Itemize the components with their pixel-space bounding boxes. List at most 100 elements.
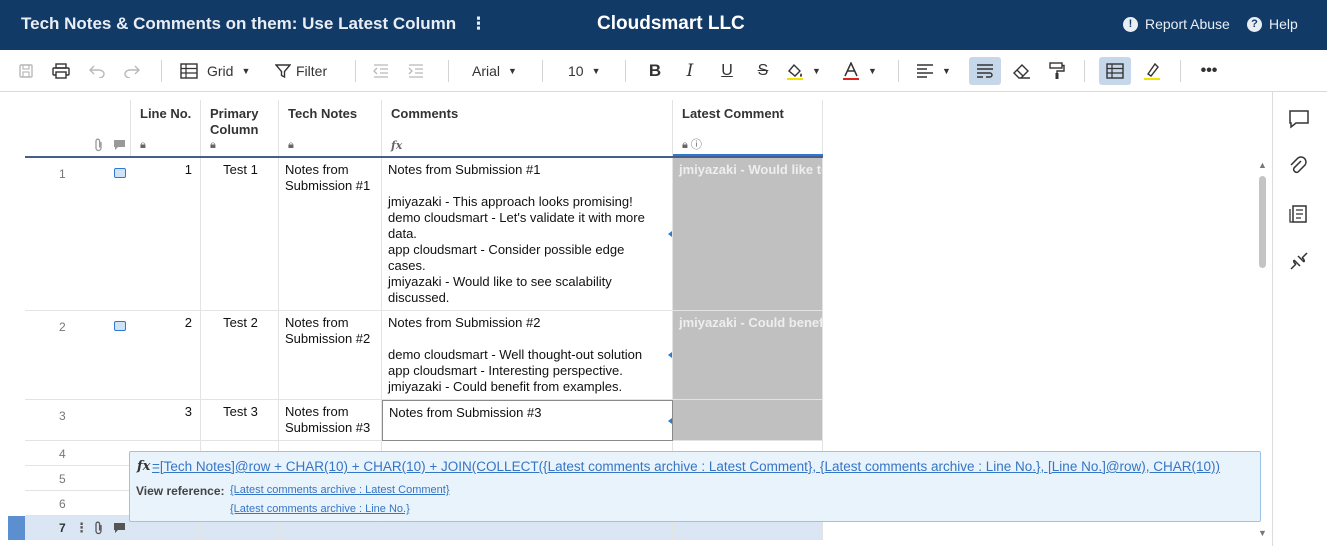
column-label: Line No.: [140, 106, 192, 121]
scroll-up-icon[interactable]: ▲: [1258, 160, 1267, 170]
comment-icon[interactable]: [114, 168, 126, 178]
cell-tech-notes[interactable]: Notes from Submission #2: [279, 311, 382, 400]
cell-tech-notes[interactable]: Notes from Submission #3: [279, 400, 382, 441]
cell-primary[interactable]: Test 1: [201, 158, 279, 311]
report-abuse-link[interactable]: ! Report Abuse: [1123, 16, 1230, 32]
format-painter-button[interactable]: [1045, 57, 1069, 85]
column-header-latest-comment[interactable]: Latest Comment 🔒︎ ⓘ: [673, 100, 823, 157]
font-size-value: 10: [568, 63, 584, 79]
connections-icon[interactable]: [1288, 250, 1310, 272]
print-button[interactable]: [48, 57, 74, 85]
company-name: Cloudsmart LLC: [597, 13, 745, 34]
row-header-3[interactable]: 3: [25, 400, 131, 441]
undo-icon: [89, 65, 105, 78]
row-header-5[interactable]: 5: [25, 466, 131, 491]
cell-comments-selected[interactable]: Notes from Submission #3: [382, 400, 673, 441]
scrollbar-thumb[interactable]: [1259, 176, 1266, 268]
grid-lines-button[interactable]: [1099, 57, 1131, 85]
scroll-down-icon[interactable]: ▼: [1258, 528, 1267, 538]
row-header-1[interactable]: 1: [25, 158, 131, 311]
conversations-icon[interactable]: [1288, 109, 1310, 129]
active-row-indicator: [8, 516, 25, 540]
cell-latest-comment[interactable]: jmiyazaki - Would like to: [673, 158, 823, 311]
formula-cell-marker: [668, 231, 672, 237]
indent-button[interactable]: [404, 57, 428, 85]
indent-icon: [408, 64, 423, 78]
filter-button[interactable]: Filter: [275, 57, 335, 85]
row-header-corner: [25, 100, 131, 157]
formula-icon: fx: [137, 459, 151, 474]
view-label: Grid: [207, 63, 234, 79]
cell-primary[interactable]: Test 3: [201, 400, 279, 441]
reference-link[interactable]: {Latest comments archive : Latest Commen…: [230, 484, 450, 496]
align-button[interactable]: ▼: [916, 57, 958, 85]
highlight-changes-button[interactable]: [1140, 57, 1164, 85]
cell-latest-comment[interactable]: [673, 400, 823, 441]
sheet-menu-button[interactable]: ⋮: [470, 14, 487, 34]
align-left-icon: [917, 64, 933, 78]
save-icon: [19, 64, 33, 78]
cell-tech-notes[interactable]: Notes from Submission #1: [279, 158, 382, 311]
row-header-2[interactable]: 2: [25, 311, 131, 400]
cell-line-no[interactable]: 1: [131, 158, 201, 311]
wrap-text-button[interactable]: [969, 57, 1001, 85]
strikethrough-button[interactable]: S: [751, 57, 775, 85]
font-family-select[interactable]: Arial ▼: [472, 57, 528, 85]
formula-text[interactable]: =[Tech Notes]@row + CHAR(10) + CHAR(10) …: [152, 459, 1220, 474]
chevron-down-icon: ▼: [812, 66, 821, 76]
view-selector[interactable]: Grid ▼: [180, 57, 260, 85]
row-number: 4: [59, 447, 66, 461]
column-label: Comments: [391, 106, 459, 121]
row-header-6[interactable]: 6: [25, 491, 131, 516]
cell-primary[interactable]: Test 2: [201, 311, 279, 400]
italic-button[interactable]: I: [678, 57, 702, 85]
paint-bucket-icon: [787, 63, 803, 80]
undo-button[interactable]: [85, 57, 109, 85]
report-abuse-label: Report Abuse: [1145, 16, 1230, 32]
comment-icon[interactable]: [114, 321, 126, 331]
outdent-icon: [373, 64, 388, 78]
app-header: Tech Notes & Comments on them: Use Lates…: [0, 0, 1327, 50]
cell-line-no[interactable]: 3: [131, 400, 201, 441]
formula-reference-popup: fx =[Tech Notes]@row + CHAR(10) + CHAR(1…: [129, 451, 1261, 522]
row-actions-icon[interactable]: ⋮: [75, 520, 88, 536]
lock-icon: 🔒︎ ⓘ: [682, 139, 702, 151]
underline-button[interactable]: U: [715, 57, 739, 85]
sheet-title[interactable]: Tech Notes & Comments on them: Use Lates…: [21, 14, 456, 34]
reference-link[interactable]: {Latest comments archive : Line No.}: [230, 503, 410, 515]
cell-line-no[interactable]: 2: [131, 311, 201, 400]
cell-comments[interactable]: Notes from Submission #2 demo cloudsmart…: [382, 311, 673, 400]
cell-comments[interactable]: Notes from Submission #1 jmiyazaki - Thi…: [382, 158, 673, 311]
summary-icon[interactable]: [1288, 204, 1310, 224]
clear-format-button[interactable]: [1010, 57, 1034, 85]
column-header-tech-notes[interactable]: Tech Notes 🔒︎: [279, 100, 382, 157]
formula-cell-marker: [668, 418, 672, 424]
column-header-primary[interactable]: Primary Column 🔒︎: [201, 100, 279, 157]
redo-button[interactable]: [120, 57, 144, 85]
bold-button[interactable]: B: [643, 57, 667, 85]
save-button[interactable]: [14, 57, 38, 85]
outdent-button[interactable]: [369, 57, 393, 85]
more-options-button[interactable]: •••: [1196, 57, 1222, 85]
font-size-select[interactable]: 10 ▼: [568, 57, 608, 85]
attachment-icon: [95, 138, 102, 152]
help-link[interactable]: ? Help: [1247, 16, 1298, 32]
row-header-4[interactable]: 4: [25, 441, 131, 466]
row-number: 5: [59, 472, 66, 486]
italic-icon: I: [686, 61, 694, 81]
lock-icon: 🔒︎: [210, 139, 216, 151]
table-icon: [1106, 63, 1124, 79]
formula-cell-marker: [668, 352, 672, 358]
toolbar: Grid ▼ Filter Arial ▼ 10 ▼ B I U S ▼ ▼ ▼: [0, 50, 1327, 92]
cell-latest-comment[interactable]: jmiyazaki - Could benef: [673, 311, 823, 400]
fill-color-button[interactable]: ▼: [786, 57, 830, 85]
grid-icon: [180, 63, 198, 79]
row-number: 3: [59, 409, 66, 423]
vertical-scrollbar[interactable]: ▲ ▼: [1257, 160, 1269, 540]
column-header-comments[interactable]: Comments fx: [382, 100, 673, 157]
eraser-icon: [1013, 64, 1030, 79]
text-color-button[interactable]: ▼: [842, 57, 884, 85]
font-family-value: Arial: [472, 63, 501, 79]
attachments-icon[interactable]: [1288, 156, 1310, 178]
column-header-line-no[interactable]: Line No. 🔒︎: [131, 100, 201, 157]
